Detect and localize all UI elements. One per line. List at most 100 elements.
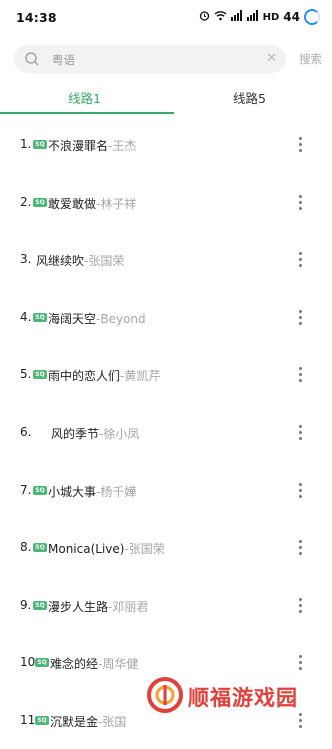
sq-badge-icon: SQ (33, 140, 47, 149)
more-dot (298, 373, 302, 377)
search-icon (24, 51, 40, 67)
sq-badge-icon: SQ (33, 312, 47, 322)
status-time: 14:38 (16, 10, 57, 25)
signal-icon-2 (246, 10, 259, 24)
song-artist: -张国荣 (124, 542, 165, 557)
song-title-line: Monica(Live)-张国荣 (48, 540, 165, 557)
sq-badge-icon: SQ (33, 485, 47, 495)
watermark-logo-icon (146, 676, 184, 718)
song-title-line: 沉默是金-张国 (50, 713, 126, 730)
song-title-line: 海阔天空-Beyond (48, 310, 146, 327)
song-artist: -黄凯芹 (120, 369, 161, 384)
search-box[interactable]: ✕ (14, 45, 286, 73)
watermark: 顺福游戏园 (140, 672, 332, 720)
tab-route-1[interactable]: 线路1 (68, 88, 101, 107)
song-title-line: 不浪漫罪名-王杰 (48, 137, 136, 154)
more-dot (298, 252, 302, 256)
more-dot (298, 437, 302, 440)
song-index: 8. (20, 540, 32, 555)
watermark-text: 顺福游戏园 (188, 686, 298, 710)
sq-badge-icon: SQ (33, 600, 47, 610)
song-artist: -邓丽君 (108, 599, 149, 614)
song-index: 5. (20, 367, 32, 382)
song-index: 6. (20, 425, 32, 439)
song-title-line: 风继续吹-张国荣 (36, 252, 124, 269)
song-index: 4. (20, 309, 32, 324)
more-options-icon[interactable] (293, 133, 307, 155)
song-artist: -王杰 (108, 139, 137, 153)
more-options-icon[interactable] (293, 306, 307, 328)
song-title-line: 难念的经-周华健 (50, 655, 138, 672)
song-title: 小城大事 (48, 484, 97, 499)
more-dot (298, 609, 302, 613)
song-row[interactable]: 1. SQ 不浪漫罪名-王杰 (0, 116, 332, 173)
song-row[interactable]: 2. SQ 敢爱敢做-林子祥 (0, 174, 332, 231)
more-options-icon[interactable] (293, 479, 307, 501)
sq-badge-icon: SQ (35, 658, 49, 668)
song-title-line: 小城大事-杨千嬅 (48, 483, 136, 500)
more-options-icon[interactable] (293, 421, 307, 443)
more-dot (298, 309, 302, 313)
search-button[interactable]: 搜索 (299, 51, 322, 67)
song-row[interactable]: 8. SQ Monica(Live)-张国荣 (0, 519, 332, 576)
battery-level: 44 (283, 10, 300, 24)
song-row[interactable]: 7. SQ 小城大事-杨千嬅 (0, 462, 332, 519)
more-dot (298, 494, 302, 498)
search-input[interactable] (50, 49, 254, 71)
more-options-icon[interactable] (293, 651, 307, 673)
hd-indicator: HD (262, 11, 280, 23)
more-dot (298, 200, 302, 204)
song-title: 漫步人生路 (48, 599, 109, 614)
song-index: 7. (20, 482, 32, 497)
more-dot (298, 725, 302, 728)
song-title: 沉默是金 (50, 715, 99, 729)
song-row[interactable]: 6. 风的季节-徐小凤 (0, 404, 332, 461)
more-dot (298, 546, 302, 550)
more-options-icon[interactable] (293, 363, 307, 385)
song-title: 雨中的恋人们 (48, 369, 121, 384)
battery-ring-icon (304, 9, 320, 25)
more-dot (298, 482, 302, 486)
song-artist: -Beyond (96, 311, 146, 326)
song-title: 敢爱敢做 (48, 196, 97, 211)
more-dot (298, 661, 302, 665)
more-dot (298, 321, 302, 325)
more-dot (298, 431, 302, 434)
more-dot (298, 149, 302, 152)
more-dot (298, 552, 302, 556)
song-row[interactable]: 3. 风继续吹-张国荣 (0, 231, 332, 288)
more-dot (298, 603, 302, 607)
more-dot (298, 488, 302, 492)
more-dot (298, 137, 302, 140)
more-dot (298, 667, 302, 671)
more-options-icon[interactable] (293, 536, 307, 558)
more-options-icon[interactable] (293, 191, 307, 213)
song-title-line: 敢爱敢做-林子祥 (48, 195, 136, 212)
song-index: 3. (20, 252, 32, 267)
song-row[interactable]: 9. SQ 漫步人生路-邓丽君 (0, 577, 332, 634)
status-icons: HD 44 (199, 8, 320, 26)
song-title: Monica(Live) (48, 542, 125, 557)
song-title: 难念的经 (50, 657, 99, 672)
song-artist: -徐小凤 (99, 427, 140, 441)
song-row[interactable]: 5. SQ 雨中的恋人们-黄凯芹 (0, 346, 332, 403)
active-tab-indicator (0, 112, 174, 114)
song-row[interactable]: 4. SQ 海阔天空-Beyond (0, 289, 332, 346)
more-dot (298, 379, 302, 383)
more-options-icon[interactable] (293, 248, 307, 270)
song-title-line: 漫步人生路-邓丽君 (48, 598, 148, 615)
song-index: 2. (20, 194, 32, 209)
song-title: 风继续吹 (36, 254, 85, 269)
song-index: 1. (20, 137, 32, 151)
signal-icon (230, 10, 243, 24)
more-dot (298, 367, 302, 371)
more-options-icon[interactable] (293, 594, 307, 616)
sq-badge-icon: SQ (33, 370, 47, 380)
song-artist: -张国荣 (84, 254, 125, 269)
tab-route-5[interactable]: 线路5 (233, 88, 266, 107)
song-title-line: 雨中的恋人们-黄凯芹 (48, 367, 160, 384)
song-title-line: 风的季节-徐小凤 (51, 425, 139, 442)
clear-icon[interactable]: ✕ (266, 51, 277, 67)
song-artist: -张国 (98, 715, 127, 729)
wifi-icon (214, 10, 227, 24)
